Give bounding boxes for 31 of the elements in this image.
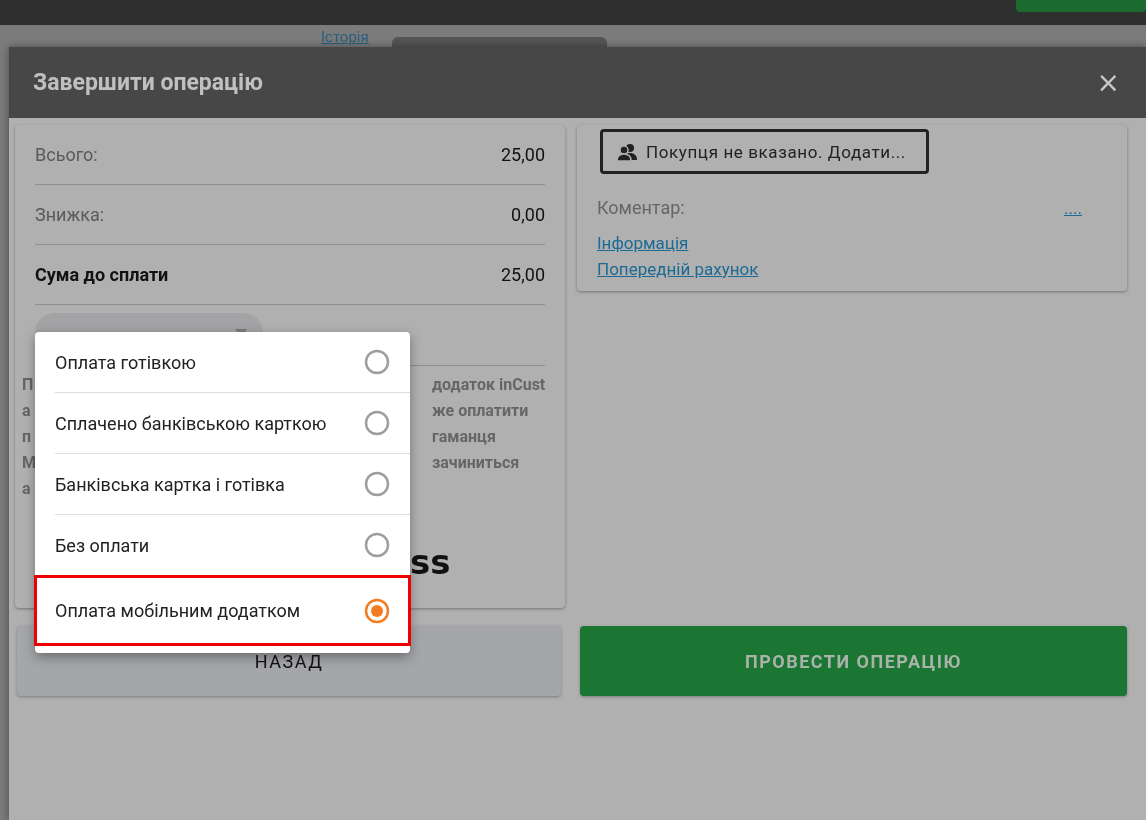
payment-option[interactable]: Оплата готівкою bbox=[55, 332, 410, 393]
note-text: гаманця bbox=[432, 426, 497, 448]
radio-icon bbox=[364, 597, 390, 624]
note-text: же оплатити bbox=[432, 400, 530, 422]
payment-option[interactable]: Банківська картка і готівка bbox=[55, 454, 410, 515]
total-value: 25,00 bbox=[501, 144, 545, 165]
payment-option[interactable]: Без оплати bbox=[55, 515, 410, 576]
payment-option[interactable]: Сплачено банківською карткою bbox=[55, 393, 410, 454]
radio-icon bbox=[364, 410, 390, 436]
radio-icon bbox=[364, 471, 390, 497]
users-icon bbox=[616, 142, 638, 161]
note-text: М bbox=[22, 452, 36, 474]
close-button[interactable]: × bbox=[1092, 66, 1124, 99]
total-label: Знижка: bbox=[35, 204, 105, 225]
dialog-title: Завершити операцію bbox=[33, 69, 263, 96]
radio-icon bbox=[364, 532, 390, 558]
note-text: П bbox=[22, 374, 34, 396]
add-customer-button[interactable]: Покупця не вказано. Додати... bbox=[600, 129, 929, 174]
note-text: а bbox=[22, 400, 31, 422]
total-label: Всього: bbox=[35, 144, 98, 165]
note-text: п bbox=[22, 426, 32, 448]
total-value: 0,00 bbox=[511, 204, 545, 225]
header-button[interactable] bbox=[1016, 0, 1146, 12]
total-value: 25,00 bbox=[501, 264, 545, 285]
radio-icon bbox=[364, 349, 390, 375]
note-text: а bbox=[22, 478, 31, 500]
logo-text: ss bbox=[410, 542, 452, 582]
note-text: додаток inCust bbox=[432, 374, 547, 396]
total-label: Сума до сплати bbox=[35, 264, 169, 285]
comment-label: Коментар: bbox=[597, 197, 685, 218]
note-text: зачиниться bbox=[432, 452, 521, 474]
